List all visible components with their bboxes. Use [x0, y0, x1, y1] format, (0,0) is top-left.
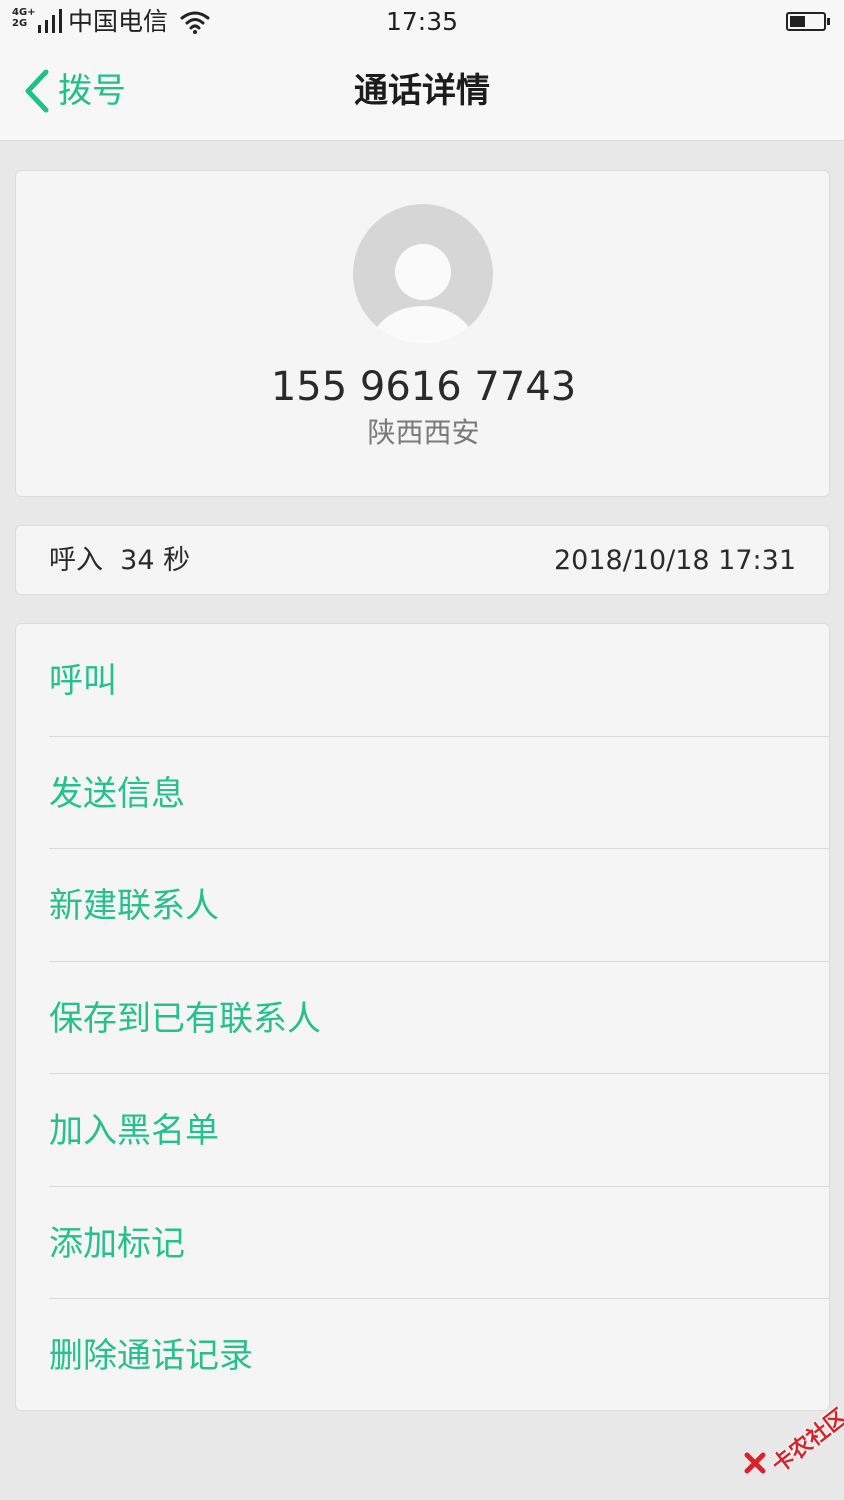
- action-label: 发送信息: [49, 773, 185, 814]
- call-record-card: 呼入 34 秒 2018/10/18 17:31: [15, 525, 830, 595]
- status-time: 17:35: [385, 7, 459, 36]
- new-contact-button[interactable]: 新建联系人: [16, 849, 830, 962]
- battery-icon: [786, 12, 830, 31]
- action-label: 呼叫: [49, 661, 117, 701]
- action-label: 删除通话记录: [49, 1336, 253, 1376]
- actions-list: 呼叫 发送信息 新建联系人 保存到已有联系人 加入黑名单 添加标记 删除通话记录: [15, 623, 830, 1411]
- add-to-blacklist-button[interactable]: 加入黑名单: [16, 1074, 830, 1187]
- watermark-logo: 卡农社区: [742, 1405, 844, 1484]
- phone-number: 155 9616 7743: [270, 364, 577, 410]
- avatar: [353, 204, 493, 344]
- status-bar: 4G+ 2G 中国电信 17:35: [0, 0, 844, 44]
- page-title: 通话详情: [354, 71, 490, 111]
- action-label: 加入黑名单: [49, 1111, 219, 1151]
- contact-card: 155 9616 7743 陕西西安: [15, 170, 830, 497]
- save-to-existing-contact-button[interactable]: 保存到已有联系人: [16, 962, 830, 1074]
- action-label: 保存到已有联系人: [49, 998, 321, 1039]
- delete-call-record-button[interactable]: 删除通话记录: [16, 1299, 830, 1412]
- add-tag-button[interactable]: 添加标记: [16, 1187, 830, 1299]
- watermark-icon: [744, 1452, 766, 1474]
- watermark-text: 卡农社区: [767, 1404, 844, 1479]
- navigation-bar: 拨号 通话详情: [0, 44, 844, 141]
- action-label: 添加标记: [49, 1223, 185, 1264]
- send-message-button[interactable]: 发送信息: [16, 737, 830, 849]
- person-icon: [395, 244, 451, 300]
- call-summary: 呼入 34 秒: [49, 545, 191, 576]
- call-button[interactable]: 呼叫: [16, 624, 830, 737]
- call-datetime: 2018/10/18 17:31: [553, 545, 796, 576]
- phone-location: 陕西西安: [367, 416, 480, 449]
- action-label: 新建联系人: [49, 886, 219, 926]
